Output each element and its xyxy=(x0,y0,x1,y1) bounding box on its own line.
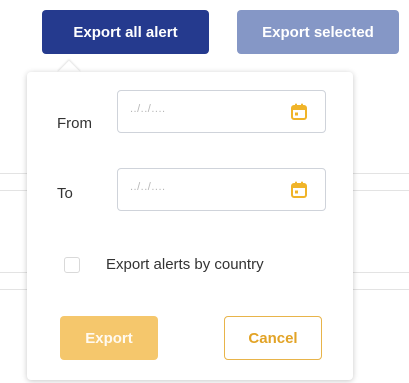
export-view: Export all alert Export selected From ..… xyxy=(0,0,409,383)
to-date-field[interactable]: ../../.... xyxy=(117,168,326,211)
to-date-placeholder: ../../.... xyxy=(130,181,166,193)
from-label: From xyxy=(57,115,92,132)
export-button[interactable]: Export xyxy=(60,316,158,360)
from-date-field[interactable]: ../../.... xyxy=(117,90,326,133)
export-all-alert-button[interactable]: Export all alert xyxy=(42,10,209,54)
export-by-country-label[interactable]: Export alerts by country xyxy=(106,256,264,273)
export-by-country-checkbox[interactable] xyxy=(64,257,80,273)
cancel-button[interactable]: Cancel xyxy=(224,316,322,360)
export-popover: From ../../.... To ../../.... Export ale… xyxy=(27,72,353,380)
calendar-icon[interactable] xyxy=(291,103,307,120)
calendar-icon[interactable] xyxy=(291,181,307,198)
export-selected-button[interactable]: Export selected xyxy=(237,10,399,54)
to-label: To xyxy=(57,185,73,202)
from-date-placeholder: ../../.... xyxy=(130,103,166,115)
